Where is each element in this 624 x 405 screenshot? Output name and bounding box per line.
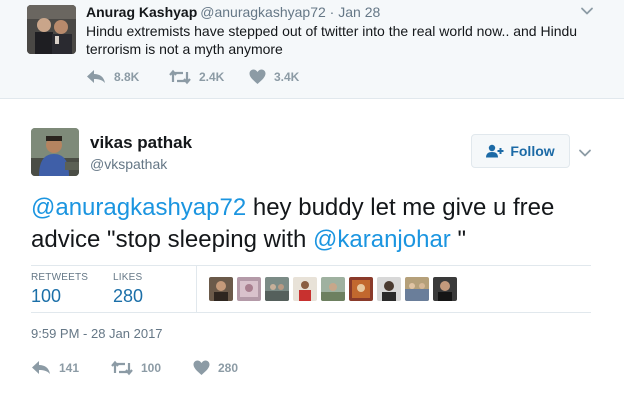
- quoted-tweet-text: Hindu extremists have stepped out of twi…: [86, 23, 578, 57]
- quoted-reply-button[interactable]: 8.8K: [86, 68, 139, 86]
- liker-avatar[interactable]: [237, 277, 261, 301]
- follow-button[interactable]: Follow: [471, 134, 570, 168]
- author-handle[interactable]: @vkspathak: [90, 156, 167, 172]
- mention-link[interactable]: @karanjohar: [313, 226, 451, 253]
- retweets-stat-value[interactable]: 100: [31, 286, 61, 307]
- quoted-author-avatar[interactable]: [27, 5, 76, 54]
- liker-avatars: [209, 277, 457, 301]
- author-avatar[interactable]: [31, 128, 79, 176]
- liker-avatar[interactable]: [405, 277, 429, 301]
- chevron-down-icon[interactable]: [580, 4, 594, 18]
- liker-avatar[interactable]: [209, 277, 233, 301]
- retweet-icon: [111, 360, 133, 376]
- retweet-count: 100: [141, 361, 162, 375]
- quoted-date[interactable]: Jan 28: [338, 4, 380, 20]
- stats-separator: [196, 266, 197, 312]
- reply-button[interactable]: 141: [31, 359, 79, 377]
- liker-avatar[interactable]: [377, 277, 401, 301]
- quoted-author-name[interactable]: Anurag Kashyap: [86, 4, 197, 20]
- liker-avatar[interactable]: [265, 277, 289, 301]
- retweet-button[interactable]: 100: [111, 359, 161, 377]
- quoted-retweet-button[interactable]: 2.4K: [169, 68, 224, 86]
- quoted-header: Anurag Kashyap @anuragkashyap72 · Jan 28: [86, 4, 380, 20]
- quoted-date-separator: ·: [325, 4, 339, 20]
- mention-link[interactable]: @anuragkashyap72: [31, 194, 246, 221]
- quoted-like-button[interactable]: 3.4K: [249, 68, 299, 86]
- retweets-stat-label: RETWEETS: [31, 272, 89, 283]
- liker-avatar[interactable]: [433, 277, 457, 301]
- tweet-text: @anuragkashyap72 hey buddy let me give u…: [31, 192, 601, 256]
- like-button[interactable]: 280: [193, 359, 238, 377]
- divider: [31, 265, 591, 266]
- heart-icon: [249, 69, 266, 85]
- quoted-reply-count: 8.8K: [114, 70, 140, 84]
- retweet-icon: [169, 69, 191, 85]
- likes-stat-label: LIKES: [113, 272, 143, 283]
- reply-icon: [86, 69, 106, 85]
- heart-icon: [193, 360, 210, 376]
- liker-avatar[interactable]: [293, 277, 317, 301]
- author-name[interactable]: vikas pathak: [90, 133, 192, 153]
- liker-avatar[interactable]: [349, 277, 373, 301]
- tweet-timestamp[interactable]: 9:59 PM - 28 Jan 2017: [31, 326, 163, 341]
- quoted-author-handle[interactable]: @anuragkashyap72: [200, 4, 326, 20]
- quoted-retweet-count: 2.4K: [199, 70, 225, 84]
- quoted-like-count: 3.4K: [274, 70, 300, 84]
- like-count: 280: [218, 361, 239, 375]
- reply-icon: [31, 360, 51, 376]
- follow-label: Follow: [510, 143, 555, 159]
- liker-avatar[interactable]: [321, 277, 345, 301]
- tweet-text-end: ": [450, 226, 466, 253]
- quoted-tweet[interactable]: Anurag Kashyap @anuragkashyap72 · Jan 28 …: [0, 0, 624, 99]
- likes-stat-value[interactable]: 280: [113, 286, 143, 307]
- divider: [31, 312, 591, 313]
- add-user-icon: [486, 144, 504, 158]
- chevron-down-icon[interactable]: [578, 146, 592, 160]
- reply-count: 141: [59, 361, 80, 375]
